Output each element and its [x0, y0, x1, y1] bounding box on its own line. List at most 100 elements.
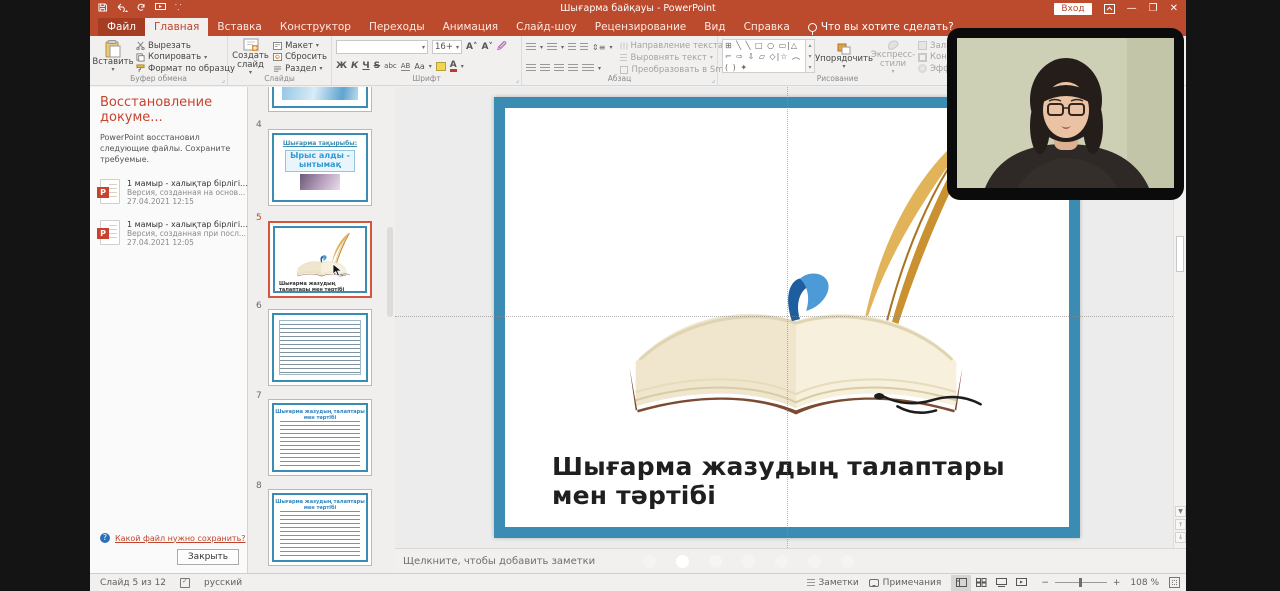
zoom-slider[interactable]	[1055, 582, 1107, 583]
paragraph-dialog-launcher[interactable]: ⌟	[712, 76, 715, 84]
window-title: Шығарма байқауы - PowerPoint	[90, 3, 1186, 14]
slide-title-text[interactable]: Шығарма жазудың талаптары мен тәртібі	[552, 453, 1012, 511]
font-color-button[interactable]: А	[450, 61, 457, 72]
mouse-cursor	[332, 263, 343, 277]
clear-formatting-button[interactable]: 🖉	[497, 39, 507, 55]
slideshow-view-button[interactable]	[1011, 575, 1031, 591]
slide-thumbnail-5-selected[interactable]: Шығарма жазудың талаптары мен тәртібі	[268, 221, 372, 298]
previous-slide-button[interactable]: ⫯	[1175, 519, 1186, 530]
recovered-file-item[interactable]: P 1 мамыр - халықтар бірлігі... Версия, …	[100, 220, 237, 247]
shapes-gallery[interactable]: ⊞ ╲ ╲ □ ○ ▭|△ ⌐ ⇨ ⇩ ▱ ◇|☆ ︵ ( ) ✦	[722, 39, 806, 73]
decrease-font-size-button[interactable]: А˅	[481, 42, 492, 52]
notes-icon	[807, 579, 815, 586]
arrange-button[interactable]: Упорядочить▾	[820, 39, 868, 75]
notes-toggle[interactable]: Заметки	[807, 578, 859, 588]
spell-check-icon[interactable]	[180, 578, 190, 588]
highlight-color-button[interactable]	[436, 62, 446, 71]
tab-insert[interactable]: Вставка	[208, 18, 271, 36]
bullets-icon[interactable]	[526, 43, 536, 51]
tab-review[interactable]: Рецензирование	[586, 18, 696, 36]
close-button[interactable]: ✕	[1170, 2, 1178, 16]
section-button[interactable]: Раздел▾	[273, 63, 327, 74]
cut-button[interactable]: Вырезать	[136, 40, 235, 51]
next-slide-button[interactable]: ⫰	[1175, 532, 1186, 543]
thumbnails-scrollbar[interactable]	[387, 227, 393, 317]
tab-transitions[interactable]: Переходы	[360, 18, 434, 36]
ribbon-display-options-icon[interactable]	[1104, 4, 1115, 14]
decrease-indent-icon[interactable]	[568, 43, 576, 51]
slide-thumbnail-7[interactable]: Шығарма жазудың талаптары мен тәртібі	[268, 399, 372, 476]
numbering-icon[interactable]	[547, 43, 557, 51]
tell-me-box[interactable]: Что вы хотите сделать?	[799, 18, 963, 36]
slide-thumbnail-3[interactable]	[268, 87, 372, 112]
zoom-in-button[interactable]: +	[1113, 578, 1121, 588]
fit-slide-to-window-icon[interactable]	[1169, 577, 1180, 588]
align-center-icon[interactable]	[540, 64, 550, 72]
shapes-gallery-scroll[interactable]: ▴▾▾	[806, 39, 815, 73]
reset-button[interactable]: Сбросить	[273, 52, 327, 63]
sign-in-button[interactable]: Вход	[1054, 3, 1091, 15]
slide5-book-quill-image	[275, 230, 367, 282]
slide-thumbnail-4[interactable]: Шығарма тақырыбы: Ырыс алды - ынтымақ	[268, 129, 372, 206]
slide-thumbnail-6[interactable]	[268, 309, 372, 386]
comments-icon	[869, 579, 879, 587]
font-dialog-launcher[interactable]: ⌟	[516, 76, 519, 84]
paste-button[interactable]: Вставить▾	[94, 39, 132, 75]
strikethrough-button[interactable]: S	[374, 61, 380, 71]
language-indicator[interactable]: русский	[204, 578, 242, 588]
copy-button[interactable]: Копировать▾	[136, 52, 235, 63]
tab-home[interactable]: Главная	[145, 18, 208, 36]
tab-animations[interactable]: Анимация	[434, 18, 508, 36]
new-slide-button[interactable]: Создать слайд▾	[232, 39, 269, 75]
zoom-slider-thumb[interactable]	[1079, 578, 1082, 587]
underline-button[interactable]: Ч	[362, 61, 369, 71]
shape-effects-icon	[918, 64, 927, 73]
clipboard-dialog-launcher[interactable]: ⌟	[222, 76, 225, 84]
tab-help[interactable]: Справка	[735, 18, 799, 36]
bold-button[interactable]: Ж	[336, 61, 347, 71]
minimize-button[interactable]: —	[1127, 2, 1137, 16]
text-shadow-button[interactable]: abc	[384, 62, 397, 70]
reading-view-button[interactable]	[991, 575, 1011, 591]
change-case-button[interactable]: Аа	[414, 62, 424, 71]
tab-view[interactable]: Вид	[695, 18, 734, 36]
zoom-out-button[interactable]: −	[1041, 578, 1049, 588]
recovered-file-item[interactable]: P 1 мамыр - халықтар бірлігі... Версия, …	[100, 179, 237, 206]
line-spacing-icon[interactable]: ⇕≡	[592, 43, 605, 52]
overlay-dots	[643, 555, 854, 568]
font-size-combobox[interactable]: 16+▾	[432, 40, 462, 54]
font-name-combobox[interactable]: ▾	[336, 40, 428, 54]
layout-icon	[273, 42, 282, 50]
columns-icon[interactable]	[582, 64, 594, 72]
scrollbar-thumb[interactable]	[1176, 236, 1184, 272]
align-left-icon[interactable]	[526, 64, 536, 72]
notes-pane[interactable]: Щелкните, чтобы добавить заметки	[395, 548, 1186, 573]
tab-file[interactable]: Файл	[98, 18, 145, 36]
section-icon	[273, 65, 282, 73]
comments-toggle[interactable]: Примечания	[869, 578, 942, 588]
increase-font-size-button[interactable]: А˄	[466, 42, 477, 52]
zoom-level[interactable]: 108 %	[1130, 578, 1159, 588]
slide-sorter-view-button[interactable]	[971, 575, 991, 591]
thumbnail-number-8: 8	[256, 481, 262, 491]
italic-button[interactable]: К	[351, 61, 358, 71]
layout-button[interactable]: Макет▾	[273, 40, 327, 51]
maximize-button[interactable]: ❐	[1149, 2, 1158, 16]
scroll-down-button[interactable]: ▼	[1175, 506, 1186, 517]
recovery-close-button[interactable]: Закрыть	[177, 549, 239, 565]
format-painter-button[interactable]: Формат по образцу	[136, 63, 235, 74]
align-right-icon[interactable]	[554, 64, 564, 72]
character-spacing-button[interactable]: АВ	[401, 62, 411, 71]
recovery-help-link[interactable]: Какой файл нужно сохранить?	[115, 534, 246, 543]
view-switcher	[951, 575, 1031, 591]
tab-slideshow[interactable]: Слайд-шоу	[507, 18, 586, 36]
slide-thumbnail-8[interactable]: Шығарма жазудың талаптары мен тәртібі	[268, 489, 372, 566]
drawing-group-label: Рисование⌟	[718, 74, 957, 85]
slide-counter[interactable]: Слайд 5 из 12	[100, 578, 166, 588]
increase-indent-icon[interactable]	[580, 43, 588, 51]
ribbon-group-slides: Создать слайд▾ Макет▾ Сбросить Раздел▾	[228, 36, 332, 85]
normal-view-button[interactable]	[951, 575, 971, 591]
justify-icon[interactable]	[568, 64, 578, 72]
tab-design[interactable]: Конструктор	[271, 18, 360, 36]
quick-styles-button[interactable]: Экспресс-стили▾	[873, 39, 913, 75]
